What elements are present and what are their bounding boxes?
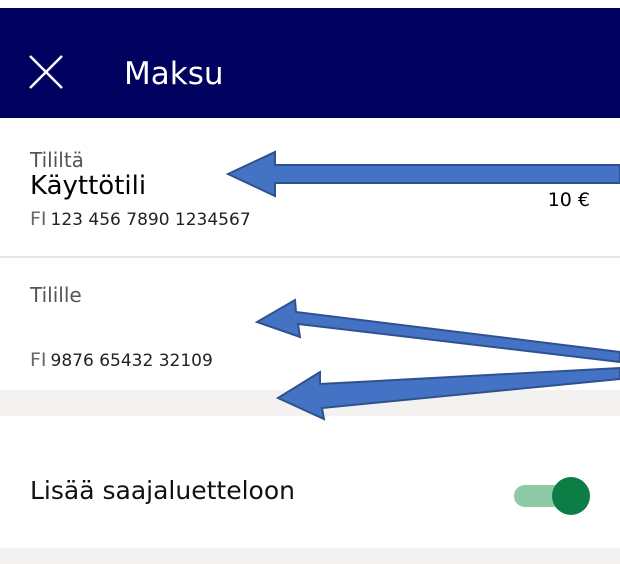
to-account-label: Tilille [30,283,82,307]
from-account-iban: FI 123 456 7890 1234567 [30,209,251,230]
from-account-country-code: FI [30,208,47,230]
from-account-name: Käyttötili [30,171,147,201]
to-account-number: 9876 65432 32109 [50,351,213,371]
status-bar [0,0,620,8]
from-account-section[interactable]: Tililtä Käyttötili FI 123 456 7890 123456… [0,118,620,258]
to-account-section[interactable]: Tilille FI 9876 65432 32109 [0,258,620,390]
from-account-balance: 10 € [547,189,590,211]
add-to-payees-toggle[interactable] [514,477,590,515]
add-to-payees-row[interactable]: Lisää saajaluetteloon [0,416,620,548]
close-icon [29,55,63,89]
toggle-knob [552,477,590,515]
bottom-divider [0,548,620,564]
close-button[interactable] [28,54,64,90]
page-title: Maksu [124,56,224,92]
to-account-iban: FI 9876 65432 32109 [30,350,213,371]
from-account-label: Tililtä [30,148,84,172]
to-account-country-code: FI [30,349,47,371]
section-divider [0,390,620,416]
app-bar: Maksu [0,8,620,118]
from-account-number: 123 456 7890 1234567 [50,210,251,230]
add-to-payees-label: Lisää saajaluetteloon [30,476,295,505]
